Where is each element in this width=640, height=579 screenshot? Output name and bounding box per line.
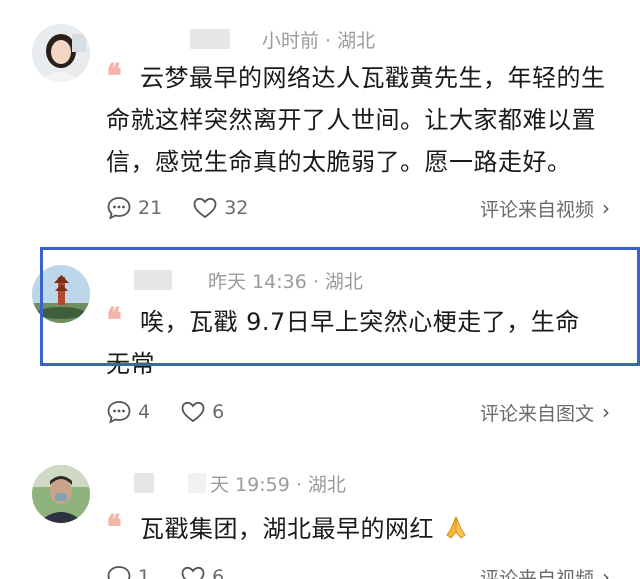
reply-count: 1 (138, 566, 151, 579)
comment-body[interactable]: ❛❛ 唉，瓦戳 9.7日早上突然心梗走了，生命无常 (106, 301, 600, 385)
source-link[interactable]: 评论来自视频 › (480, 195, 610, 222)
source-label: 评论来自图文 (479, 402, 594, 425)
comment-time-location: 昨天 14:36 · 湖北 (208, 270, 363, 293)
heart-icon (181, 566, 205, 579)
like-count: 6 (212, 401, 225, 423)
source-label: 评论来自视频 (479, 198, 594, 221)
comment-actions: 4 6 评论来自图文 › (106, 397, 610, 427)
left-quote-icon: ❛❛ (106, 57, 122, 97)
comment-bubble-icon (107, 566, 131, 579)
username-mosaic (134, 270, 172, 290)
like-count: 6 (212, 566, 225, 579)
comment-actions: 1 6 评论来自视频 › (106, 562, 610, 579)
reply-count: 4 (138, 401, 151, 423)
like-button[interactable]: 32 (192, 195, 248, 221)
reply-count: 21 (138, 197, 163, 219)
chevron-right-icon: › (602, 196, 610, 220)
comment-text: 唉，瓦戳 9.7日早上突然心梗走了，生命无常 (106, 308, 580, 378)
comment-meta: 天 19:59 · 湖北 (134, 469, 346, 497)
comment-bubble-icon (107, 197, 131, 220)
like-button[interactable]: 6 (180, 399, 224, 425)
reply-button[interactable]: 1 (106, 564, 150, 579)
source-label: 评论来自视频 (479, 567, 594, 579)
chevron-right-icon: › (602, 400, 610, 424)
avatar[interactable] (32, 465, 90, 523)
comment-time-location: 小时前 · 湖北 (262, 29, 376, 52)
comment-body[interactable]: ❛❛ 瓦戳集团，湖北最早的网红 (106, 508, 606, 550)
avatar[interactable] (32, 24, 90, 82)
source-link[interactable]: 评论来自图文 › (480, 399, 610, 426)
like-button[interactable]: 6 (180, 564, 224, 579)
comment-time-location: 天 19:59 · 湖北 (210, 473, 346, 496)
chevron-right-icon: › (602, 565, 610, 579)
comment-meta: 昨天 14:36 · 湖北 (134, 266, 363, 294)
avatar[interactable] (32, 265, 90, 323)
left-quote-icon: ❛❛ (106, 508, 122, 548)
source-link[interactable]: 评论来自视频 › (480, 564, 610, 579)
heart-icon (181, 401, 205, 423)
comment-list: 小时前 · 湖北 ❛❛ 云梦最早的网络达人瓦戳黄先生，年轻的生命就这样突然离开了人… (0, 0, 640, 579)
comment-actions: 21 32 评论来自视频 › (106, 193, 610, 223)
comment-meta: 小时前 · 湖北 (190, 25, 375, 53)
comment-body[interactable]: ❛❛ 云梦最早的网络达人瓦戳黄先生，年轻的生命就这样突然离开了人世间。让大家都难以… (106, 57, 606, 183)
praying-hands-emoji (446, 516, 466, 539)
reply-button[interactable]: 21 (106, 195, 162, 221)
heart-icon (193, 197, 217, 219)
like-count: 32 (224, 197, 249, 219)
reply-button[interactable]: 4 (106, 399, 150, 425)
username-mosaic (190, 29, 230, 49)
username-mosaic (188, 473, 206, 493)
comment-text: 云梦最早的网络达人瓦戳黄先生，年轻的生命就这样突然离开了人世间。让大家都难以置信… (106, 64, 606, 176)
comment-bubble-icon (107, 401, 131, 424)
comment-text: 瓦戳集团，湖北最早的网红 (140, 515, 434, 543)
username-mosaic (134, 473, 154, 493)
left-quote-icon: ❛❛ (106, 301, 122, 341)
